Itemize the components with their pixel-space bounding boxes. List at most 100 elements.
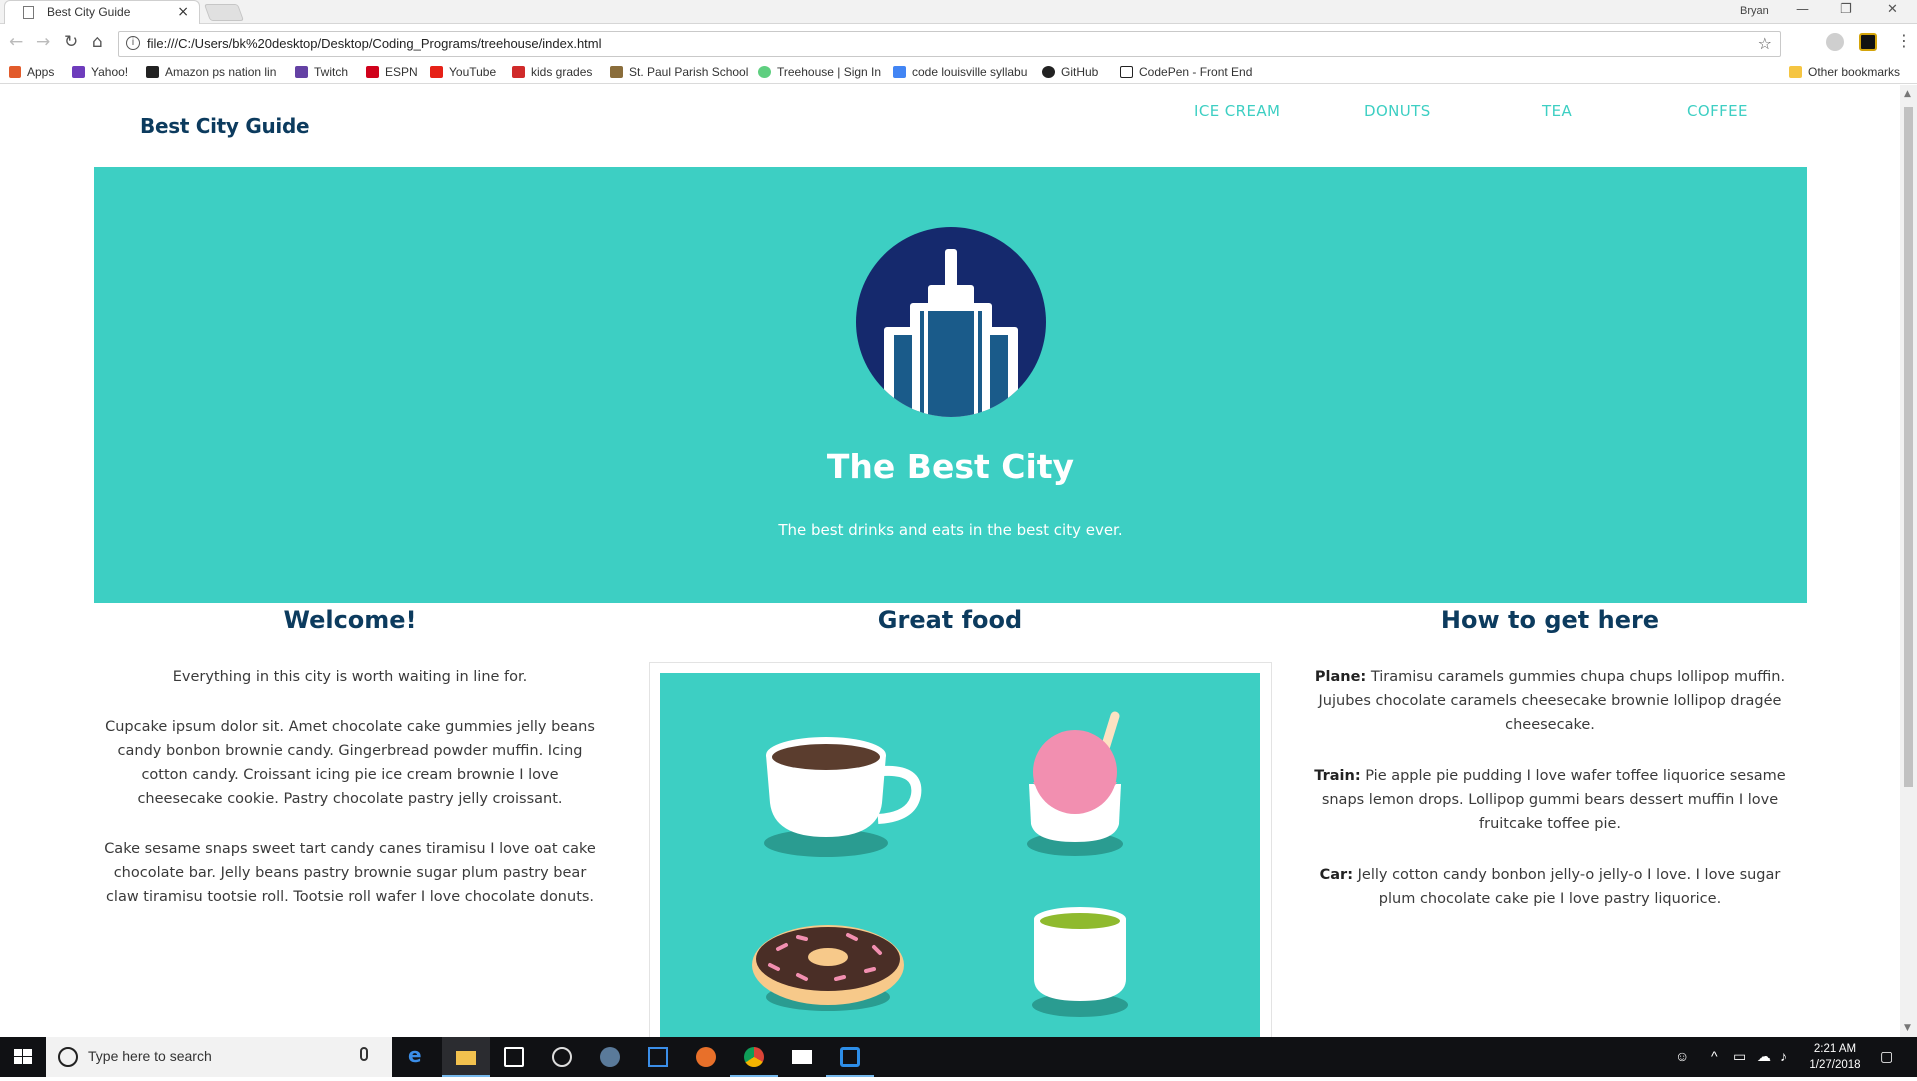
car-paragraph: Car: Jelly cotton candy bonbon jelly-o j…: [1308, 863, 1792, 911]
page-scrollbar[interactable]: ▲ ▼: [1900, 85, 1917, 1037]
info-icon[interactable]: i: [126, 36, 140, 50]
amazon-icon: [146, 66, 159, 78]
browser-tab-strip: Best City Guide × Bryan — ❐ ✕: [0, 0, 1917, 24]
nav-tea[interactable]: TEA: [1542, 102, 1572, 120]
address-url[interactable]: file:///C:/Users/bk%20desktop/Desktop/Co…: [147, 36, 602, 51]
minimize-icon[interactable]: —: [1796, 2, 1809, 17]
bookmark-treehouse[interactable]: Treehouse | Sign In: [758, 65, 881, 79]
system-clock[interactable]: 2:21 AM 1/27/2018: [1800, 1041, 1870, 1073]
coffee-cup-icon: [764, 737, 922, 857]
page-icon: [23, 6, 34, 19]
browser-tab[interactable]: Best City Guide ×: [4, 0, 200, 24]
windows-logo-icon: [14, 1049, 32, 1064]
food-illustration: [660, 673, 1260, 1037]
firefox-app[interactable]: [682, 1037, 730, 1077]
espn-icon: [366, 66, 379, 78]
address-bar[interactable]: i file:///C:/Users/bk%20desktop/Desktop/…: [118, 31, 1781, 57]
plane-label: Plane:: [1314, 669, 1367, 685]
vscode-icon: [840, 1047, 860, 1067]
apps-grid-icon: [9, 66, 21, 78]
file-explorer-app[interactable]: [442, 1037, 490, 1077]
taskbar-search[interactable]: Type here to search: [46, 1037, 392, 1077]
network-icon[interactable]: ▭: [1733, 1048, 1746, 1065]
people-icon[interactable]: ☺: [1675, 1048, 1689, 1064]
home-icon[interactable]: ⌂: [92, 32, 103, 52]
taskbar-search-placeholder[interactable]: Type here to search: [88, 1048, 212, 1064]
volume-icon[interactable]: ♪: [1780, 1048, 1787, 1064]
cloud-extension-icon[interactable]: [1826, 33, 1844, 51]
mail-app[interactable]: [778, 1037, 826, 1077]
youtube-icon: [430, 66, 443, 78]
bookmark-star-icon[interactable]: ☆: [1758, 34, 1772, 53]
firefox-icon: [696, 1047, 716, 1067]
docs-icon: [893, 66, 906, 78]
plane-text: Tiramisu caramels gummies chupa chups lo…: [1318, 669, 1786, 733]
edge-app[interactable]: e: [394, 1037, 442, 1077]
car-text: Jelly cotton candy bonbon jelly-o jelly-…: [1357, 867, 1781, 907]
nav-coffee[interactable]: COFFEE: [1687, 102, 1748, 120]
hero-title: The Best City: [826, 447, 1075, 486]
microphone-icon[interactable]: [360, 1047, 368, 1061]
welcome-paragraph-2: Cupcake ipsum dolor sit. Amet chocolate …: [105, 719, 595, 807]
tea-cup-icon: [1032, 907, 1128, 1017]
store-app[interactable]: [490, 1037, 538, 1077]
restore-icon[interactable]: ❐: [1840, 2, 1852, 17]
maple-leaf-icon: [512, 66, 525, 78]
bookmark-kids-grades[interactable]: kids grades: [512, 65, 592, 79]
tab-close-icon[interactable]: ×: [177, 4, 189, 20]
vscode-app[interactable]: [826, 1037, 874, 1077]
close-window-icon[interactable]: ✕: [1887, 2, 1898, 17]
plane-paragraph: Plane: Tiramisu caramels gummies chupa c…: [1308, 665, 1792, 737]
bookmark-codepen[interactable]: CodePen - Front End: [1120, 65, 1252, 79]
train-paragraph: Train: Pie apple pie pudding I love wafe…: [1308, 764, 1792, 836]
clock-time: 2:21 AM: [1813, 1043, 1857, 1055]
scroll-up-icon[interactable]: ▲: [1904, 89, 1911, 99]
tab-title: Best City Guide: [47, 5, 131, 19]
bookmark-youtube[interactable]: YouTube: [430, 65, 496, 79]
start-button[interactable]: [0, 1037, 46, 1077]
bookmark-espn[interactable]: ESPN: [366, 65, 418, 79]
welcome-paragraph-3: Cake sesame snaps sweet tart candy canes…: [104, 841, 596, 905]
profile-name[interactable]: Bryan: [1740, 5, 1769, 17]
treehouse-icon: [758, 66, 771, 78]
bookmark-github[interactable]: GitHub: [1042, 65, 1098, 79]
other-bookmarks[interactable]: Other bookmarks: [1789, 65, 1900, 79]
school-crest-icon: [610, 66, 623, 78]
steam-app[interactable]: [586, 1037, 634, 1077]
menu-dots-icon[interactable]: ⋮: [1896, 31, 1912, 50]
action-center-icon[interactable]: ▢: [1880, 1048, 1893, 1065]
back-arrow-icon[interactable]: ←: [9, 32, 23, 52]
bookmark-amazon[interactable]: Amazon ps nation lin: [146, 65, 276, 79]
forward-arrow-icon[interactable]: →: [36, 32, 50, 52]
clock-date: 1/27/2018: [1809, 1059, 1861, 1071]
app-6[interactable]: [634, 1037, 682, 1077]
ice-cream-icon: [1027, 711, 1123, 856]
site-brand[interactable]: Best City Guide: [140, 114, 310, 138]
nav-donuts[interactable]: DONUTS: [1364, 102, 1431, 120]
app-icon: [552, 1047, 572, 1067]
store-bag-icon: [504, 1047, 524, 1067]
window-icon: [648, 1047, 668, 1067]
bookmark-apps[interactable]: Apps: [9, 65, 54, 79]
new-tab-button[interactable]: [203, 4, 245, 21]
bookmark-st-paul[interactable]: St. Paul Parish School: [610, 65, 748, 79]
windows-taskbar: Type here to search e ☺ ^ ▭ ☁ ♪ 2:21 AM …: [0, 1037, 1917, 1077]
reload-icon[interactable]: ↻: [64, 32, 78, 52]
cortana-icon: [58, 1047, 78, 1067]
nav-ice-cream[interactable]: ICE CREAM: [1194, 102, 1280, 120]
scrollbar-thumb[interactable]: [1904, 107, 1913, 787]
chevron-up-icon[interactable]: ^: [1711, 1048, 1718, 1064]
chrome-app[interactable]: [730, 1037, 778, 1077]
food-image-card: [649, 662, 1272, 1037]
car-label: Car:: [1319, 867, 1354, 883]
onedrive-icon[interactable]: ☁: [1757, 1048, 1771, 1065]
bookmark-yahoo[interactable]: Yahoo!: [72, 65, 128, 79]
bookmark-twitch[interactable]: Twitch: [295, 65, 348, 79]
welcome-heading: Welcome!: [283, 606, 417, 634]
app-4[interactable]: [538, 1037, 586, 1077]
scroll-down-icon[interactable]: ▼: [1904, 1023, 1911, 1033]
extension-icon[interactable]: [1859, 33, 1877, 51]
city-skyscraper-icon: [856, 227, 1046, 417]
bookmark-code-louisville[interactable]: code louisville syllabu: [893, 65, 1027, 79]
twitch-icon: [295, 66, 308, 78]
